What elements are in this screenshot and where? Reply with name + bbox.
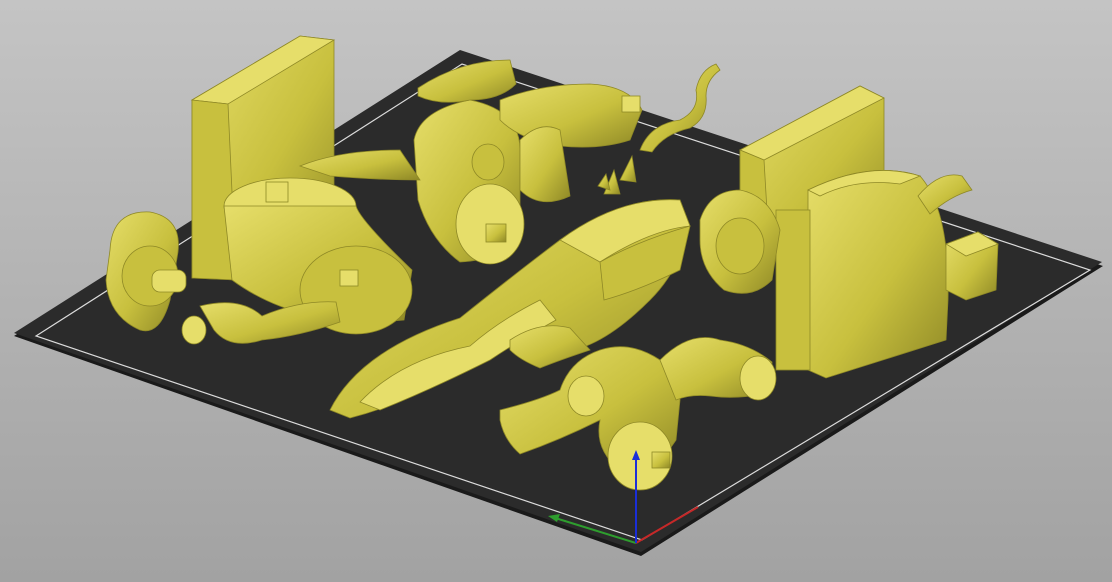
3d-viewport[interactable] [0, 0, 1112, 582]
model-small-cube-right[interactable] [945, 231, 999, 301]
